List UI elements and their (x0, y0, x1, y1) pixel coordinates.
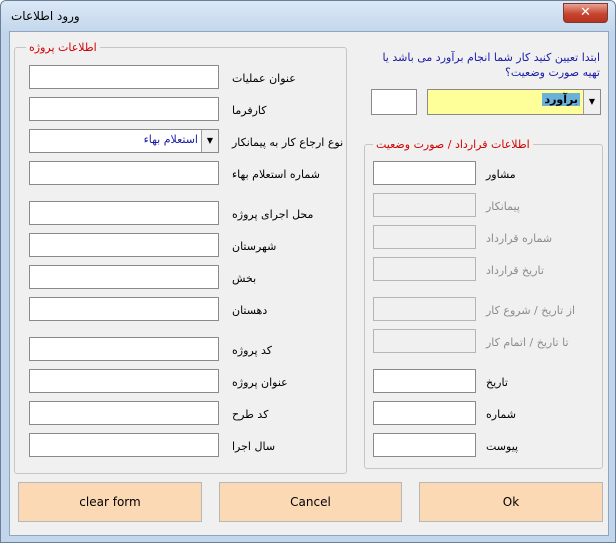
contractor-field (373, 193, 476, 217)
operation-title-label: عنوان عملیات (232, 72, 296, 85)
district-field[interactable] (29, 265, 219, 289)
date-field[interactable] (373, 369, 476, 393)
consultant-field[interactable] (373, 161, 476, 185)
plan-code-field[interactable] (29, 401, 219, 425)
contractor-label: پیمانکار (486, 200, 520, 213)
project-title-field[interactable] (29, 369, 219, 393)
referral-type-value: استعلام بهاء (143, 133, 198, 146)
contract-date-label: تاریخ قرارداد (486, 264, 544, 277)
execution-year-label: سال اجرا (232, 440, 276, 453)
operation-title-field[interactable] (29, 65, 219, 89)
start-date-label: از تاریخ / شروع کار (486, 304, 576, 317)
attachment-field[interactable] (373, 433, 476, 457)
window-title: ورود اطلاعات (11, 9, 80, 23)
employer-field[interactable] (29, 97, 219, 121)
execution-year-field[interactable] (29, 433, 219, 457)
county-field[interactable] (29, 233, 219, 257)
contract-info-legend: اطلاعات قرارداد / صورت وضعیت (373, 138, 533, 151)
end-date-field (373, 329, 476, 353)
dialog-window: ورود اطلاعات ✕ اطلاعات پروژه عنوان عملیا… (0, 0, 616, 543)
project-title-label: عنوان پروژه (232, 376, 288, 389)
chevron-down-icon[interactable]: ▼ (583, 90, 600, 114)
end-date-label: تا تاریخ / اتمام کار (486, 336, 569, 349)
cancel-button[interactable]: Cancel (219, 482, 402, 522)
inquiry-number-label: شماره استعلام بهاء (232, 168, 320, 181)
close-button[interactable]: ✕ (563, 3, 608, 23)
rural-district-field[interactable] (29, 297, 219, 321)
project-code-field[interactable] (29, 337, 219, 361)
dialog-body: اطلاعات پروژه عنوان عملیات کارفرما استعل… (9, 31, 609, 536)
work-type-value: برآورد (542, 93, 580, 106)
plan-code-label: کد طرح (232, 408, 269, 421)
contract-date-field (373, 257, 476, 281)
project-info-legend: اطلاعات پروژه (26, 41, 100, 54)
number-label: شماره (486, 408, 517, 421)
referral-type-label: نوع ارجاع کار به پیمانکار (232, 136, 344, 149)
clear-form-button[interactable]: clear form (18, 482, 202, 522)
employer-label: کارفرما (232, 104, 267, 117)
county-label: شهرستان (232, 240, 277, 253)
ok-button[interactable]: Ok (419, 482, 603, 522)
attachment-label: پیوست (486, 440, 519, 453)
type-small-box[interactable] (371, 89, 417, 115)
contract-number-field (373, 225, 476, 249)
chevron-down-icon[interactable]: ▼ (201, 130, 218, 152)
project-location-label: محل اجرای پروژه (232, 208, 314, 221)
contract-number-label: شماره قرارداد (486, 232, 553, 245)
consultant-label: مشاور (486, 168, 516, 181)
district-label: بخش (232, 272, 257, 285)
project-location-field[interactable] (29, 201, 219, 225)
date-label: تاریخ (486, 376, 508, 389)
project-code-label: کد پروژه (232, 344, 273, 357)
referral-type-select[interactable]: استعلام بهاء ▼ (29, 129, 219, 153)
inquiry-number-field[interactable] (29, 161, 219, 185)
title-bar: ورود اطلاعات ✕ (1, 1, 615, 31)
number-field[interactable] (373, 401, 476, 425)
instruction-text: ابتدا تعیین کنید کار شما انجام برآورد می… (382, 51, 600, 79)
work-type-select[interactable]: برآورد ▼ (427, 89, 601, 115)
start-date-field (373, 297, 476, 321)
rural-district-label: دهستان (232, 304, 268, 317)
